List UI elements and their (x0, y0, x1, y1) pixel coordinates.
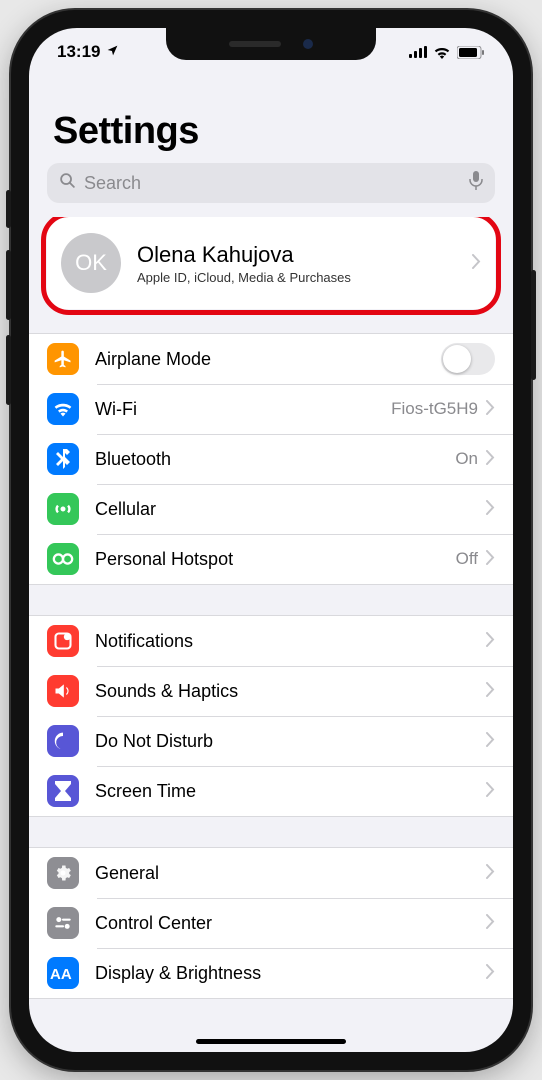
notch (166, 28, 376, 60)
row-label: Display & Brightness (95, 963, 486, 984)
battery-icon (457, 46, 485, 59)
settings-row-notifications[interactable]: Notifications (29, 616, 513, 666)
avatar: OK (61, 233, 121, 293)
sounds-icon (47, 675, 79, 707)
profile-name: Olena Kahujova (137, 242, 456, 268)
search-icon (59, 172, 76, 194)
search-input[interactable] (84, 173, 461, 194)
settings-row-screen-time[interactable]: Screen Time (29, 766, 513, 816)
settings-row-personal-hotspot[interactable]: Personal HotspotOff (29, 534, 513, 584)
toggle-switch[interactable] (441, 343, 495, 375)
status-time: 13:19 (57, 42, 100, 62)
settings-row-display-brightness[interactable]: AA Display & Brightness (29, 948, 513, 998)
chevron-right-icon (486, 913, 495, 934)
settings-row-general[interactable]: General (29, 848, 513, 898)
chevron-right-icon (486, 781, 495, 802)
display-icon: AA (47, 957, 79, 989)
settings-row-airplane-mode[interactable]: Airplane Mode (29, 334, 513, 384)
settings-list[interactable]: OK Olena Kahujova Apple ID, iCloud, Medi… (29, 217, 513, 1052)
chevron-right-icon (486, 549, 495, 570)
row-label: Do Not Disturb (95, 731, 486, 752)
page-title: Settings (53, 110, 489, 153)
row-label: Control Center (95, 913, 486, 934)
chevron-right-icon (486, 449, 495, 470)
screen: 13:19 Settings (29, 28, 513, 1052)
settings-group: Notifications Sounds & Haptics Do Not Dist… (29, 615, 513, 817)
chevron-right-icon (486, 963, 495, 984)
settings-row-wi-fi[interactable]: Wi-FiFios-tG5H9 (29, 384, 513, 434)
settings-row-cellular[interactable]: Cellular (29, 484, 513, 534)
screentime-icon (47, 775, 79, 807)
general-icon (47, 857, 79, 889)
microphone-icon[interactable] (469, 171, 483, 195)
row-label: Cellular (95, 499, 486, 520)
row-label: Personal Hotspot (95, 549, 456, 570)
avatar-initials: OK (75, 250, 107, 276)
row-label: Notifications (95, 631, 486, 652)
chevron-right-icon (486, 499, 495, 520)
notifications-icon (47, 625, 79, 657)
airplane-icon (47, 343, 79, 375)
row-value: On (455, 449, 478, 469)
dnd-icon (47, 725, 79, 757)
chevron-right-icon (472, 253, 481, 274)
settings-row-do-not-disturb[interactable]: Do Not Disturb (29, 716, 513, 766)
settings-row-sounds-haptics[interactable]: Sounds & Haptics (29, 666, 513, 716)
settings-row-bluetooth[interactable]: BluetoothOn (29, 434, 513, 484)
row-label: General (95, 863, 486, 884)
chevron-right-icon (486, 681, 495, 702)
cellular-icon (47, 493, 79, 525)
search-bar[interactable] (47, 163, 495, 203)
row-value: Fios-tG5H9 (391, 399, 478, 419)
header: Settings (29, 76, 513, 163)
svg-text:AA: AA (50, 966, 72, 983)
bluetooth-icon (47, 443, 79, 475)
apple-id-row[interactable]: OK Olena Kahujova Apple ID, iCloud, Medi… (47, 217, 495, 309)
wifi-status-icon (433, 46, 451, 59)
chevron-right-icon (486, 863, 495, 884)
row-label: Sounds & Haptics (95, 681, 486, 702)
row-label: Airplane Mode (95, 349, 441, 370)
row-label: Screen Time (95, 781, 486, 802)
settings-group: General Control Center AA Display & Brightn… (29, 847, 513, 999)
row-label: Bluetooth (95, 449, 455, 470)
location-icon (106, 44, 119, 60)
wifi-icon (47, 393, 79, 425)
profile-subtitle: Apple ID, iCloud, Media & Purchases (137, 270, 456, 285)
hotspot-icon (47, 543, 79, 575)
row-label: Wi-Fi (95, 399, 391, 420)
settings-row-control-center[interactable]: Control Center (29, 898, 513, 948)
chevron-right-icon (486, 631, 495, 652)
chevron-right-icon (486, 731, 495, 752)
controlcenter-icon (47, 907, 79, 939)
chevron-right-icon (486, 399, 495, 420)
home-indicator[interactable] (196, 1039, 346, 1044)
row-value: Off (456, 549, 478, 569)
cellular-signal-icon (409, 46, 427, 58)
phone-frame: 13:19 Settings (11, 10, 531, 1070)
settings-group: Airplane ModeWi-FiFios-tG5H9BluetoothOnC… (29, 333, 513, 585)
